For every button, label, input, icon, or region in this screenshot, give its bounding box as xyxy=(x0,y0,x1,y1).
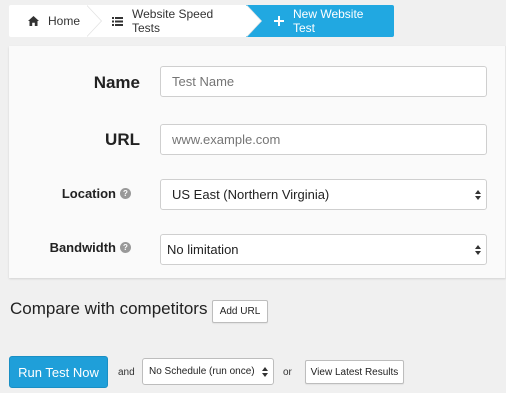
view-latest-results-button[interactable]: View Latest Results xyxy=(305,360,404,384)
bandwidth-selected-value: No limitation xyxy=(167,242,239,257)
name-label: Name xyxy=(93,73,140,92)
location-select[interactable]: US East (Northern Virginia) xyxy=(160,179,487,210)
home-icon xyxy=(28,16,39,26)
schedule-select[interactable]: No Schedule (run once) xyxy=(142,358,274,385)
add-url-button[interactable]: Add URL xyxy=(212,300,268,323)
breadcrumb: Home Website Speed Tests New Website Tes… xyxy=(9,5,394,37)
location-label: Location ? xyxy=(9,185,131,201)
and-text: and xyxy=(118,367,135,378)
breadcrumb-separator xyxy=(246,5,261,37)
sort-arrows-icon xyxy=(475,189,481,200)
sort-arrows-icon xyxy=(475,244,481,255)
plus-icon xyxy=(274,16,284,26)
location-selected-value: US East (Northern Virginia) xyxy=(172,187,330,202)
breadcrumb-speed-tests[interactable]: Website Speed Tests xyxy=(86,5,262,37)
name-input[interactable] xyxy=(160,66,487,97)
compare-heading: Compare with competitors xyxy=(10,299,208,318)
location-label-text: Location xyxy=(61,185,116,201)
bandwidth-select[interactable]: No limitation xyxy=(160,234,487,265)
bandwidth-label-text: Bandwidth xyxy=(49,239,116,255)
bandwidth-label: Bandwidth ? xyxy=(9,239,131,255)
breadcrumb-new-test[interactable]: New Website Test xyxy=(246,5,394,37)
url-input[interactable] xyxy=(160,124,487,155)
list-icon xyxy=(112,16,123,26)
test-form-card: Name URL Location ? US East (Northern Vi… xyxy=(9,46,506,278)
breadcrumb-speed-tests-label: Website Speed Tests xyxy=(132,7,214,35)
breadcrumb-separator xyxy=(86,5,101,37)
schedule-selected-value: No Schedule (run once) xyxy=(149,366,255,377)
url-label: URL xyxy=(105,130,140,149)
question-circle-icon[interactable]: ? xyxy=(120,241,131,253)
run-test-now-button[interactable]: Run Test Now xyxy=(9,356,108,388)
or-text: or xyxy=(283,367,292,378)
breadcrumb-new-test-label: New Website Test xyxy=(293,7,364,35)
breadcrumb-home-label: Home xyxy=(48,14,81,28)
breadcrumb-home[interactable]: Home xyxy=(9,5,102,37)
sort-arrows-icon xyxy=(262,366,268,377)
question-circle-icon[interactable]: ? xyxy=(120,187,131,199)
